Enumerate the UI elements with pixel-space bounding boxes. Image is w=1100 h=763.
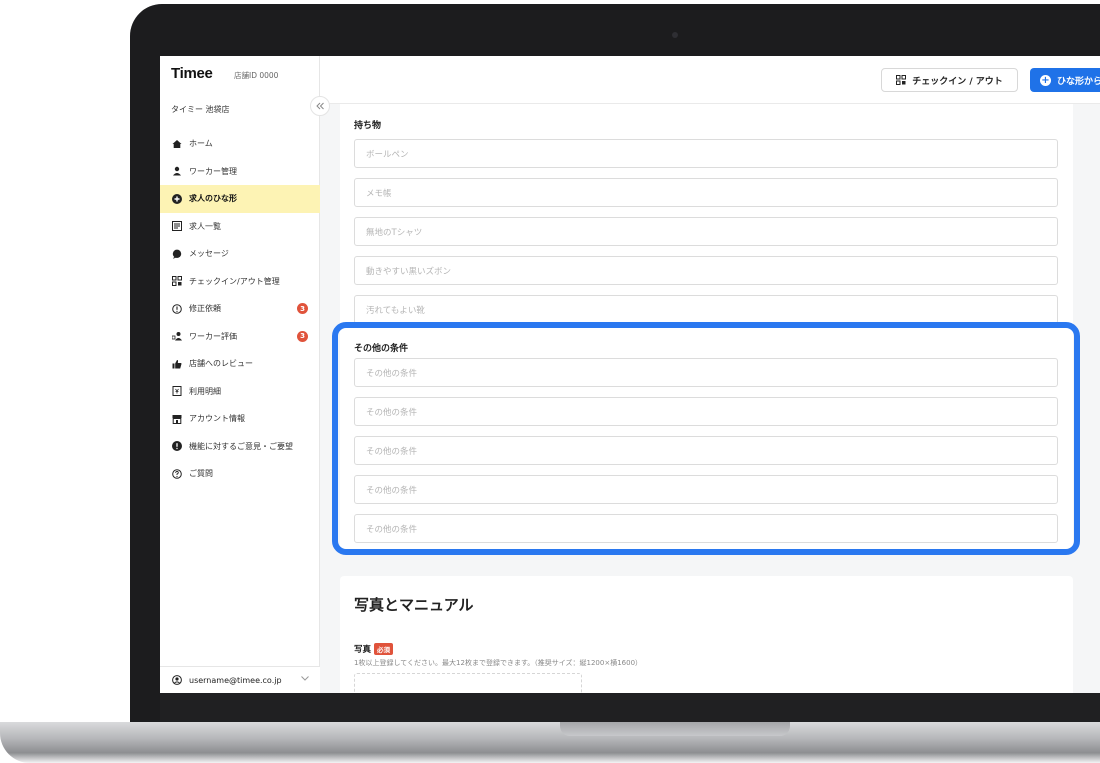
collapse-sidebar-button[interactable] [310,96,330,116]
checkin-checkout-button[interactable]: チェックイン / アウト [881,68,1018,92]
sidebar-item-ratings[interactable]: ワーカー評価 3 [160,323,320,351]
belongings-label: 持ち物 [354,121,382,131]
sidebar-item-billing[interactable]: 利用明細 [160,378,320,406]
app-logo: Timee [171,65,213,82]
plus-circle-icon [172,193,182,204]
sidebar-item-jobs[interactable]: 求人一覧 [160,213,320,241]
sidebar: Timee 店舗ID 0000 タイミー 池袋店 ホーム ワーカー管理 求人のひ [160,56,320,693]
exclamation-icon [172,441,182,452]
sidebar-item-label: 機能に対するご意見・ご要望 [189,441,293,451]
scrollbar[interactable] [1092,104,1100,693]
photo-upload-area[interactable] [354,673,582,693]
belongings-input-2[interactable]: メモ帳 [354,178,1058,207]
sidebar-item-label: 求人のひな形 [189,194,237,204]
sidebar-item-templates[interactable]: 求人のひな形 [160,185,320,213]
sidebar-item-label: メッセージ [189,249,229,259]
sidebar-item-account[interactable]: アカウント情報 [160,405,320,433]
photo-field-label: 写真 必須 [354,643,394,655]
sidebar-item-corrections[interactable]: 修正依頼 3 [160,295,320,323]
user-email: username@timee.co.jp [189,675,282,685]
other-condition-input-3[interactable]: その他の条件 [354,436,1058,465]
sidebar-item-label: ワーカー管理 [189,166,237,176]
chat-icon [172,249,182,259]
sidebar-item-label: 求人一覧 [189,221,221,231]
checkin-button-label: チェックイン / アウト [912,76,1003,87]
sidebar-item-label: チェックイン/アウト管理 [189,276,280,286]
create-from-template-button[interactable]: + ひな形から [1030,68,1100,92]
photos-card: 写真とマニュアル 写真 必須 1枚以上登録してください。最大12枚まで登録できま… [340,576,1073,693]
home-icon [172,139,182,149]
thumbs-up-icon [172,359,182,369]
sidebar-item-label: 店舗へのレビュー [189,359,253,369]
sidebar-item-label: 修正依頼 [189,304,221,314]
screen: Timee 店舗ID 0000 タイミー 池袋店 ホーム ワーカー管理 求人のひ [160,56,1100,693]
qr-icon [896,75,907,85]
qr-icon [172,276,182,287]
invoice-icon [172,386,182,397]
sidebar-item-feedback[interactable]: 機能に対するご意見・ご要望 [160,433,320,461]
camera-icon [672,32,678,38]
user-icon [172,166,182,176]
sidebar-item-label: ご質問 [189,469,213,479]
photos-section-title: 写真とマニュアル [354,596,474,614]
chevron-down-icon [300,673,310,686]
sidebar-item-messages[interactable]: メッセージ [160,240,320,268]
other-condition-input-5[interactable]: その他の条件 [354,514,1058,543]
notification-badge: 3 [297,330,308,342]
question-icon [172,468,182,479]
other-condition-input-2[interactable]: その他の条件 [354,397,1058,426]
alert-circle-icon [172,303,182,314]
double-chevron-left-icon [316,102,324,110]
template-button-label: ひな形から [1057,76,1100,87]
laptop-base [0,722,1100,763]
sidebar-item-label: ワーカー評価 [189,331,237,341]
store-id: 店舗ID 0000 [234,71,279,80]
sidebar-item-home[interactable]: ホーム [160,130,320,158]
sidebar-item-store-reviews[interactable]: 店舗へのレビュー [160,350,320,378]
list-icon [172,221,182,232]
rating-icon [172,331,182,341]
plus-icon: + [1040,74,1051,86]
laptop-bezel [160,693,1100,723]
sidebar-item-checkin[interactable]: チェックイン/アウト管理 [160,268,320,296]
sidebar-item-label: ホーム [189,139,213,149]
belongings-input-5[interactable]: 汚れてもよい靴 [354,295,1058,324]
photo-label-text: 写真 [354,645,372,655]
belongings-input-1[interactable]: ボールペン [354,139,1058,168]
belongings-input-4[interactable]: 動きやすい黒いズボン [354,256,1058,285]
store-name: タイミー 池袋店 [171,105,230,114]
belongings-input-3[interactable]: 無地のTシャツ [354,217,1058,246]
sidebar-item-workers[interactable]: ワーカー管理 [160,158,320,186]
user-circle-icon [172,675,182,685]
photo-hint: 1枚以上登録してください。最大12枚まで登録できます。（推奨サイズ：縦1200×… [354,659,643,667]
other-condition-input-1[interactable]: その他の条件 [354,358,1058,387]
notification-badge: 3 [297,303,308,314]
form-card: 持ち物 ボールペン メモ帳 無地のTシャツ 動きやすい黒いズボン 汚れてもよい靴… [340,104,1073,552]
laptop-notch [560,722,790,736]
top-header: チェックイン / アウト + ひな形から [320,56,1100,104]
store-icon [172,414,182,424]
user-menu[interactable]: username@timee.co.jp [160,666,320,693]
sidebar-nav: ホーム ワーカー管理 求人のひな形 求人一覧 メッセージ チェックイン/アウト管… [160,130,320,488]
sidebar-item-faq[interactable]: ご質問 [160,460,320,488]
sidebar-item-label: 利用明細 [189,386,221,396]
required-badge: 必須 [374,643,394,655]
other-conditions-label: その他の条件 [354,344,409,354]
sidebar-item-label: アカウント情報 [189,414,245,424]
other-condition-input-4[interactable]: その他の条件 [354,475,1058,504]
